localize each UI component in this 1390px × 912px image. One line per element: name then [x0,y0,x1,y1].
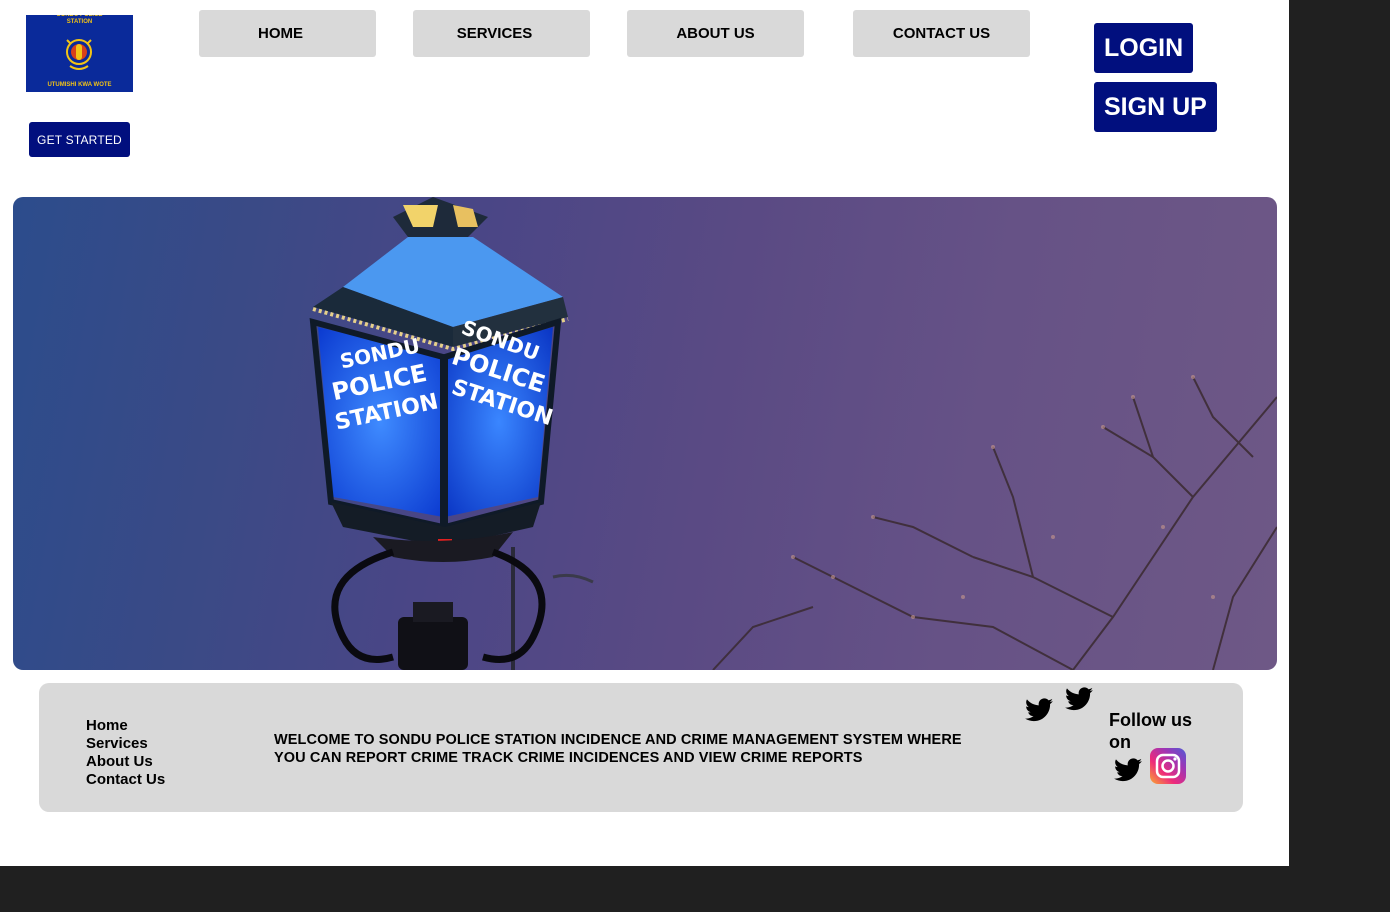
instagram-icon[interactable] [1150,748,1186,784]
footer-link-services[interactable]: Services [86,735,165,753]
nav-about-label: ABOUT US [676,25,755,42]
nav-contact-button[interactable]: CONTACT US [853,10,1030,57]
nav-home-label: HOME [258,25,303,42]
get-started-button[interactable]: GET STARTED [29,122,130,157]
footer: Home Services About Us Contact Us WELCOM… [39,683,1243,812]
station-logo[interactable]: SONDU POLICE STATION UTUMISHI KWA WOTE [26,15,133,92]
nav-about-button[interactable]: ABOUT US [627,10,804,57]
signup-label: SIGN UP [1104,92,1207,121]
follow-us-label: Follow us on [1109,710,1192,752]
twitter-icon[interactable] [1025,698,1053,722]
police-crest-icon [66,39,92,70]
logo-motto: UTUMISHI KWA WOTE [47,82,112,88]
page: SONDU POLICE STATION UTUMISHI KWA WOTE G… [0,0,1289,866]
login-button[interactable]: LOGIN [1094,23,1194,73]
logo-title: SONDU POLICE STATION [56,15,103,25]
nav-contact-label: CONTACT US [892,25,991,42]
welcome-message: WELCOME TO SONDU POLICE STATION INCIDENC… [274,732,962,766]
twitter-icon[interactable] [1114,758,1142,782]
login-label: LOGIN [1104,33,1184,62]
footer-link-about[interactable]: About Us [86,753,165,771]
signup-button[interactable]: SIGN UP [1094,82,1217,132]
footer-link-home[interactable]: Home [86,717,165,735]
footer-link-contact[interactable]: Contact Us [86,771,165,789]
hero-image: SONDU POLICE STATION SONDU POLICE STATIO… [13,197,1277,670]
police-lamp-illustration: SONDU POLICE STATION SONDU POLICE STATIO… [309,197,1277,670]
nav-home-button[interactable]: HOME [199,10,376,57]
nav-services-button[interactable]: SERVICES [413,10,590,57]
footer-links: Home Services About Us Contact Us [86,717,165,789]
nav-services-label: SERVICES [456,25,533,42]
twitter-icon[interactable] [1065,687,1093,711]
